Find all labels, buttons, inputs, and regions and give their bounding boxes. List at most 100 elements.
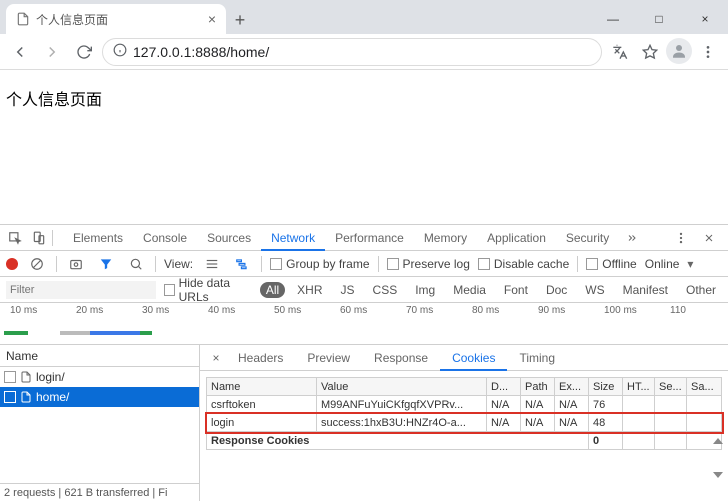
cookies-column-header[interactable]: Sa... xyxy=(687,378,722,396)
cookies-column-header[interactable]: D... xyxy=(487,378,521,396)
devtools-menu-icon[interactable] xyxy=(670,227,692,249)
search-icon[interactable] xyxy=(125,253,147,275)
filter-type-other[interactable]: Other xyxy=(680,282,722,298)
network-timeline[interactable]: 10 ms20 ms30 ms40 ms50 ms60 ms70 ms80 ms… xyxy=(0,303,728,345)
filter-type-ws[interactable]: WS xyxy=(579,282,610,298)
filter-input[interactable] xyxy=(6,281,156,299)
screenshot-icon[interactable] xyxy=(65,253,87,275)
large-rows-icon[interactable] xyxy=(201,253,223,275)
window-minimize[interactable]: — xyxy=(590,4,636,34)
cookies-column-header[interactable]: Path xyxy=(521,378,555,396)
clear-button[interactable] xyxy=(26,253,48,275)
devtools-close-icon[interactable] xyxy=(698,227,720,249)
filter-type-xhr[interactable]: XHR xyxy=(291,282,328,298)
detail-tab-headers[interactable]: Headers xyxy=(226,345,295,371)
requests-summary: 2 requests | 621 B transferred | Fi xyxy=(0,483,199,501)
cookies-table: NameValueD...PathEx...SizeHT...Se...Sa..… xyxy=(206,377,722,450)
tab-close-icon[interactable]: × xyxy=(208,11,216,27)
filter-type-doc[interactable]: Doc xyxy=(540,282,573,298)
timeline-tick: 30 ms xyxy=(140,305,169,316)
browser-tab[interactable]: 个人信息页面 × xyxy=(6,4,226,34)
nav-back-button[interactable] xyxy=(6,38,34,66)
address-bar: 127.0.0.1:8888/home/ xyxy=(0,34,728,70)
devtools-tab-performance[interactable]: Performance xyxy=(325,225,414,251)
timeline-tick: 20 ms xyxy=(74,305,103,316)
cookies-section-row: Response Cookies0 xyxy=(207,432,722,450)
throttling-chevron-icon[interactable]: ▾ xyxy=(687,257,693,271)
new-tab-button[interactable]: + xyxy=(226,6,254,34)
filter-type-font[interactable]: Font xyxy=(498,282,534,298)
request-list-header[interactable]: Name xyxy=(0,345,199,367)
scrollbar-arrows[interactable] xyxy=(711,438,725,478)
window-controls: — □ × xyxy=(590,4,728,34)
device-toggle-icon[interactable] xyxy=(28,227,50,249)
url-text: 127.0.0.1:8888/home/ xyxy=(133,44,269,60)
page-heading: 个人信息页面 xyxy=(6,92,102,109)
cookies-column-header[interactable]: Value xyxy=(317,378,487,396)
view-label: View: xyxy=(164,257,193,271)
devtools-tab-network[interactable]: Network xyxy=(261,225,325,251)
detail-tab-response[interactable]: Response xyxy=(362,345,440,371)
bookmark-star-icon[interactable] xyxy=(636,38,664,66)
timeline-tick: 100 ms xyxy=(602,305,637,316)
filter-type-manifest[interactable]: Manifest xyxy=(617,282,674,298)
group-by-frame-checkbox[interactable]: Group by frame xyxy=(270,257,369,271)
timeline-tick: 90 ms xyxy=(536,305,565,316)
devtools-panel: ElementsConsoleSourcesNetworkPerformance… xyxy=(0,224,728,501)
devtools-tab-memory[interactable]: Memory xyxy=(414,225,477,251)
devtools-tab-application[interactable]: Application xyxy=(477,225,556,251)
browser-tab-title: 个人信息页面 xyxy=(36,11,108,28)
cookies-column-header[interactable]: Size xyxy=(589,378,623,396)
cookie-row[interactable]: csrftokenM99ANFuYuiCKfgqfXVPRv...N/AN/AN… xyxy=(207,396,722,414)
window-close[interactable]: × xyxy=(682,4,728,34)
offline-checkbox[interactable]: Offline xyxy=(586,257,636,271)
hide-data-urls-checkbox[interactable]: Hide data URLs xyxy=(164,276,252,304)
timeline-tick: 50 ms xyxy=(272,305,301,316)
window-maximize[interactable]: □ xyxy=(636,4,682,34)
detail-tab-timing[interactable]: Timing xyxy=(507,345,567,371)
filter-type-media[interactable]: Media xyxy=(447,282,492,298)
detail-tab-cookies[interactable]: Cookies xyxy=(440,345,507,371)
filter-type-img[interactable]: Img xyxy=(409,282,441,298)
devtools-tabbar: ElementsConsoleSourcesNetworkPerformance… xyxy=(0,225,728,251)
waterfall-view-icon[interactable] xyxy=(231,253,253,275)
filter-type-js[interactable]: JS xyxy=(335,282,361,298)
request-item[interactable]: login/ xyxy=(0,367,199,387)
filter-toggle-icon[interactable] xyxy=(95,253,117,275)
cookies-column-header[interactable]: HT... xyxy=(623,378,655,396)
timeline-tick: 110 xyxy=(668,305,686,316)
disable-cache-checkbox[interactable]: Disable cache xyxy=(478,257,569,271)
devtools-tab-console[interactable]: Console xyxy=(133,225,197,251)
throttling-select[interactable]: Online xyxy=(645,257,680,271)
filter-type-css[interactable]: CSS xyxy=(367,282,404,298)
cookies-column-header[interactable]: Se... xyxy=(655,378,687,396)
detail-tab-preview[interactable]: Preview xyxy=(295,345,362,371)
timeline-tick: 10 ms xyxy=(8,305,37,316)
filter-type-all[interactable]: All xyxy=(260,282,285,298)
cookies-column-header[interactable]: Ex... xyxy=(555,378,589,396)
url-input[interactable]: 127.0.0.1:8888/home/ xyxy=(102,38,602,66)
detail-close-icon[interactable]: × xyxy=(206,351,226,365)
timeline-tick: 80 ms xyxy=(470,305,499,316)
cookie-row[interactable]: loginsuccess:1hxB3U:HNZr4O-a...N/AN/AN/A… xyxy=(207,414,722,432)
record-button[interactable] xyxy=(6,258,18,270)
request-detail: × HeadersPreviewResponseCookiesTiming Na… xyxy=(200,345,728,501)
devtools-tab-security[interactable]: Security xyxy=(556,225,619,251)
preserve-log-checkbox[interactable]: Preserve log xyxy=(387,257,470,271)
devtools-tab-elements[interactable]: Elements xyxy=(63,225,133,251)
cookies-column-header[interactable]: Name xyxy=(207,378,317,396)
timeline-tick: 40 ms xyxy=(206,305,235,316)
nav-forward-button[interactable] xyxy=(38,38,66,66)
translate-icon[interactable] xyxy=(606,38,634,66)
request-list: Name login/home/ 2 requests | 621 B tran… xyxy=(0,345,200,501)
site-info-icon[interactable] xyxy=(113,43,127,60)
profile-avatar[interactable] xyxy=(666,38,692,64)
inspect-element-icon[interactable] xyxy=(4,227,26,249)
devtools-tab-sources[interactable]: Sources xyxy=(197,225,261,251)
request-item[interactable]: home/ xyxy=(0,387,199,407)
devtools-tabs-overflow[interactable] xyxy=(621,227,643,249)
browser-menu-icon[interactable] xyxy=(694,38,722,66)
page-icon xyxy=(16,12,30,26)
timeline-tick: 60 ms xyxy=(338,305,367,316)
nav-reload-button[interactable] xyxy=(70,38,98,66)
